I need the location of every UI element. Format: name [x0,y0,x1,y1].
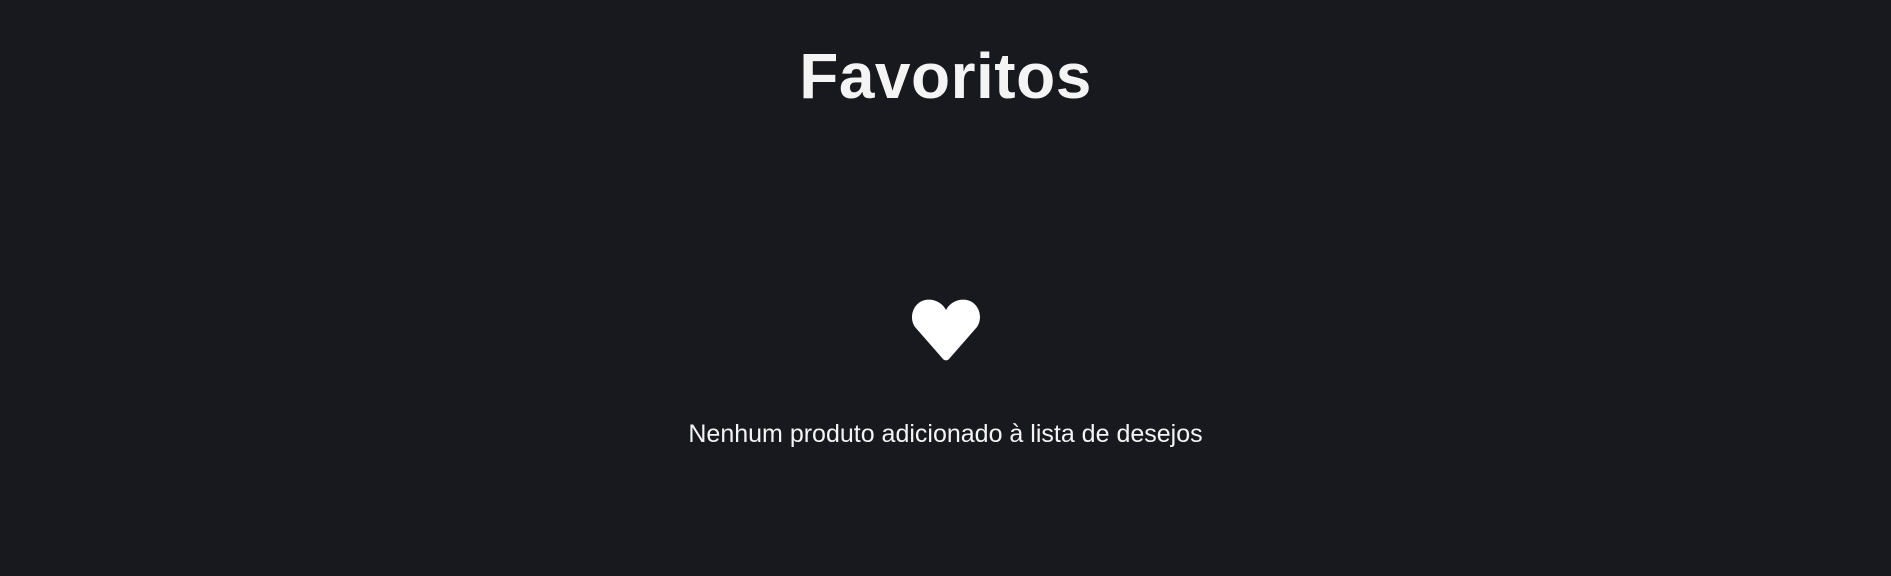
page-title: Favoritos [799,40,1092,112]
empty-state: Nenhum produto adicionado à lista de des… [0,296,1891,450]
empty-message: Nenhum produto adicionado à lista de des… [688,420,1203,448]
heart-icon [911,299,980,361]
favorites-page: Favoritos Nenhum produto adicionado à li… [0,0,1891,576]
